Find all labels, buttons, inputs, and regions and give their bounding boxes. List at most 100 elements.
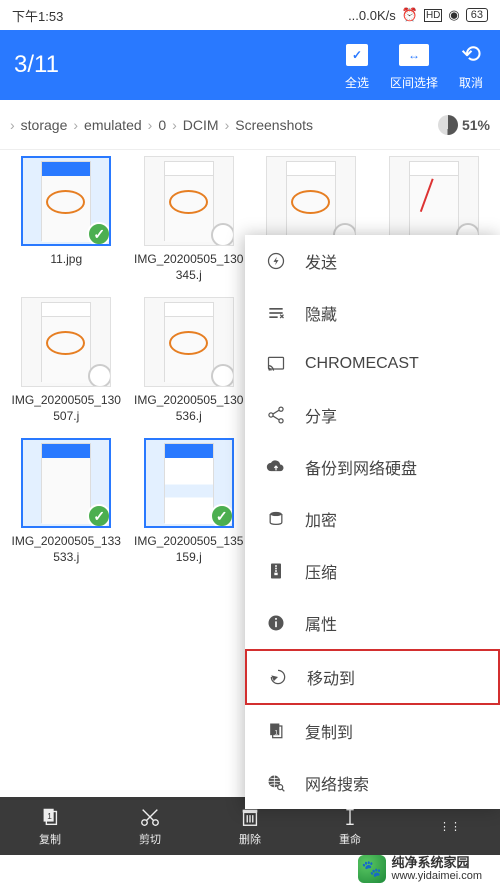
select-all-label: 全选 [345, 74, 369, 91]
bottom-label: 剪切 [139, 831, 161, 847]
svg-text:1: 1 [274, 729, 278, 736]
breadcrumb-item[interactable]: DCIM [183, 117, 219, 133]
selection-top-bar: 3/11 ✓ 全选 ↔ 区间选择 ⟲ 取消 [0, 30, 500, 100]
menu-label: 发送 [305, 249, 337, 273]
file-item[interactable]: IMG_20200505_130345.j [129, 150, 250, 289]
watermark: 🐾 纯净系统家园 www.yidaimei.com [0, 849, 500, 889]
swap-icon: ↔ [399, 44, 429, 66]
checkbox-icon: ✓ [346, 44, 368, 66]
share-icon [265, 404, 287, 426]
menu-label: 属性 [305, 611, 337, 635]
menu-label: 备份到网络硬盘 [305, 455, 417, 479]
watermark-badge: 🐾 [358, 855, 386, 883]
bottom-label: 删除 [239, 831, 261, 847]
copy-icon: 1 [265, 720, 287, 742]
menu-label: CHROMECAST [305, 355, 419, 373]
menu-encrypt[interactable]: 加密 [245, 493, 500, 545]
menu-label: 隐藏 [305, 301, 337, 325]
watermark-sub: www.yidaimei.com [392, 870, 482, 882]
copy-button[interactable]: 1 复制 [38, 805, 62, 847]
status-time: 下午1:53 [12, 6, 63, 25]
file-item[interactable]: ✓ IMG_20200505_133533.j [6, 432, 127, 571]
breadcrumb-item[interactable]: emulated [84, 117, 142, 133]
move-icon [267, 666, 289, 688]
menu-chromecast[interactable]: CHROMECAST [245, 339, 500, 389]
menu-properties[interactable]: 属性 [245, 597, 500, 649]
menu-label: 移动到 [307, 665, 355, 689]
storage-indicator[interactable]: 51% [438, 115, 490, 135]
menu-web-search[interactable]: 网络搜索 [245, 757, 500, 809]
cancel-label: 取消 [459, 74, 483, 91]
watermark-main: 纯净系统家园 [392, 856, 482, 870]
wifi-icon: ◉ [448, 7, 459, 23]
menu-label: 分享 [305, 403, 337, 427]
menu-send[interactable]: 发送 [245, 235, 500, 287]
file-name: IMG_20200505_130536.j [134, 393, 244, 424]
svg-text:1: 1 [47, 812, 52, 821]
file-name: IMG_20200505_130507.j [11, 393, 121, 424]
zip-icon [265, 560, 287, 582]
menu-label: 加密 [305, 507, 337, 531]
alarm-icon: ⏰ [402, 7, 418, 23]
cut-button[interactable]: 剪切 [138, 805, 162, 847]
status-speed: ...0.0K/s [348, 8, 396, 23]
menu-hide[interactable]: 隐藏 [245, 287, 500, 339]
selected-check-icon: ✓ [210, 504, 234, 528]
scissors-icon [138, 805, 162, 829]
file-item[interactable]: ✓ IMG_20200505_135159.j [129, 432, 250, 571]
breadcrumb[interactable]: › storage › emulated › 0 › DCIM › Screen… [0, 100, 500, 150]
cancel-button[interactable]: ⟲ 取消 [456, 40, 486, 91]
chevron-icon: › [172, 117, 177, 133]
file-item[interactable]: ✓ 11.jpg [6, 150, 127, 289]
pie-icon [438, 115, 458, 135]
rename-button[interactable]: 重命 [338, 805, 362, 847]
file-name: IMG_20200505_135159.j [134, 534, 244, 565]
menu-label: 网络搜索 [305, 771, 369, 795]
file-item[interactable]: IMG_20200505_130507.j [6, 291, 127, 430]
breadcrumb-item[interactable]: Screenshots [235, 117, 313, 133]
cast-icon [265, 353, 287, 375]
copy-icon: 1 [38, 805, 62, 829]
chevron-icon: › [73, 117, 78, 133]
chevron-icon: › [148, 117, 153, 133]
chevron-icon: › [225, 117, 230, 133]
breadcrumb-item[interactable]: 0 [158, 117, 166, 133]
lock-icon [265, 508, 287, 530]
battery-indicator: 63 [466, 8, 488, 22]
file-item[interactable]: IMG_20200505_130536.j [129, 291, 250, 430]
menu-backup[interactable]: 备份到网络硬盘 [245, 441, 500, 493]
menu-copy-to[interactable]: 1 复制到 [245, 705, 500, 757]
menu-compress[interactable]: 压缩 [245, 545, 500, 597]
menu-share[interactable]: 分享 [245, 389, 500, 441]
breadcrumb-item[interactable]: storage [21, 117, 68, 133]
file-name: IMG_20200505_130345.j [134, 252, 244, 283]
more-button[interactable]: ⋮⋮ [438, 814, 462, 838]
range-select-button[interactable]: ↔ 区间选择 [390, 40, 438, 91]
bottom-label: 复制 [39, 831, 61, 847]
undo-icon: ⟲ [461, 40, 481, 69]
globe-search-icon [265, 772, 287, 794]
storage-percent: 51% [462, 117, 490, 133]
file-name: 11.jpg [50, 252, 82, 268]
status-bar: 下午1:53 ...0.0K/s ⏰ HD ◉ 63 [0, 0, 500, 30]
delete-button[interactable]: 删除 [238, 805, 262, 847]
unselected-circle-icon [211, 364, 234, 387]
hide-icon [265, 302, 287, 324]
selected-check-icon: ✓ [87, 504, 111, 528]
bottom-label: 重命 [339, 831, 361, 847]
file-name: IMG_20200505_133533.j [11, 534, 121, 565]
selected-check-icon: ✓ [87, 222, 111, 246]
menu-label: 复制到 [305, 719, 353, 743]
info-icon [265, 612, 287, 634]
unselected-circle-icon [211, 223, 234, 246]
unselected-circle-icon [88, 364, 111, 387]
bolt-icon [265, 250, 287, 272]
menu-label: 压缩 [305, 559, 337, 583]
menu-move-to[interactable]: 移动到 [245, 649, 500, 705]
cloud-upload-icon [265, 456, 287, 478]
chevron-icon: › [10, 117, 15, 133]
hd-icon: HD [424, 9, 442, 22]
select-all-button[interactable]: ✓ 全选 [342, 40, 372, 91]
selection-count: 3/11 [14, 51, 59, 79]
paw-icon: ⋮⋮ [438, 814, 462, 838]
